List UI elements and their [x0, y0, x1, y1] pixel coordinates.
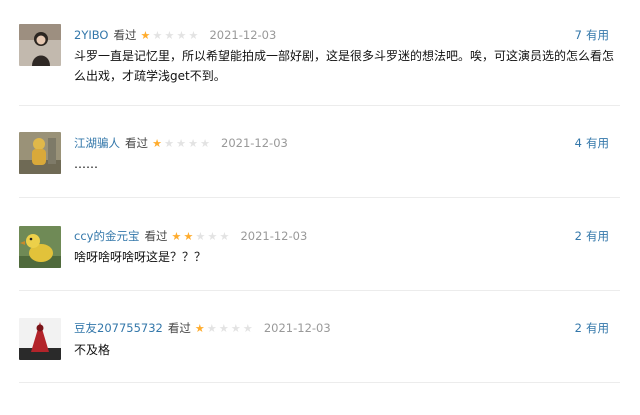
username-link[interactable]: ccy的金元宝 — [74, 228, 139, 244]
star-empty-icon: ★ — [242, 321, 253, 335]
rating-stars: ★ ★ ★ ★ ★ — [170, 231, 230, 242]
star-filled-icon: ★ — [152, 136, 162, 150]
vote-count: 2 — [574, 229, 582, 243]
comment-date: 2021-12-03 — [263, 321, 331, 335]
useful-vote-button[interactable]: 7 有用 — [575, 26, 609, 44]
star-empty-icon: ★ — [219, 229, 230, 243]
useful-label: 有用 — [586, 321, 609, 335]
star-filled-icon: ★ — [140, 28, 151, 42]
star-empty-icon: ★ — [230, 321, 241, 335]
comment-date: 2021-12-03 — [240, 229, 308, 243]
star-empty-icon: ★ — [195, 229, 206, 243]
star-filled-icon: ★ — [194, 321, 205, 335]
avatar[interactable] — [19, 409, 61, 415]
divider — [19, 105, 620, 106]
comment-text: 不及格 — [74, 343, 111, 357]
star-empty-icon: ★ — [164, 28, 175, 42]
rating-stars: ★ ★ ★ ★ ★ — [194, 323, 254, 334]
vote-count: 7 — [574, 28, 582, 42]
avatar[interactable] — [19, 24, 61, 66]
username-link[interactable]: 江湖骗人 — [74, 135, 120, 151]
star-empty-icon: ★ — [207, 229, 218, 243]
star-empty-icon: ★ — [176, 136, 186, 150]
comment-header: 江湖骗人 看过 ★ ★ ★ ★ ★ 2021-12-03 — [74, 134, 288, 152]
vote-count: 4 — [574, 136, 582, 150]
star-empty-icon: ★ — [200, 136, 210, 150]
comment-header: 豆友207755732 看过 ★ ★ ★ ★ ★ 2021-12-03 — [74, 319, 331, 337]
star-empty-icon: ★ — [164, 136, 174, 150]
comment-text: 斗罗一直是记忆里，所以希望能拍成一部好剧，这是很多斗罗迷的想法吧。唉，可这演员选… — [74, 49, 615, 83]
red-cloak-icon — [19, 318, 61, 360]
divider — [19, 197, 620, 198]
star-empty-icon: ★ — [152, 28, 163, 42]
comment-text: …… — [74, 157, 98, 171]
comment-date: 2021-12-03 — [221, 136, 288, 150]
star-empty-icon: ★ — [176, 28, 187, 42]
useful-label: 有用 — [586, 28, 609, 42]
rating-stars: ★ ★ ★ ★ ★ — [139, 30, 199, 41]
star-empty-icon: ★ — [188, 28, 199, 42]
avatar[interactable] — [19, 318, 61, 360]
watch-status: 看过 — [125, 136, 148, 150]
star-filled-icon: ★ — [183, 229, 194, 243]
avatar[interactable] — [19, 226, 61, 268]
comment-date: 2021-12-03 — [209, 28, 277, 42]
useful-vote-button[interactable]: 2 有用 — [575, 227, 609, 245]
useful-label: 有用 — [586, 229, 609, 243]
person-portrait-icon — [19, 24, 61, 66]
star-empty-icon: ★ — [218, 321, 229, 335]
comment-header: ccy的金元宝 看过 ★ ★ ★ ★ ★ 2021-12-03 — [74, 227, 307, 245]
useful-label: 有用 — [586, 136, 609, 150]
yellow-duck-icon — [19, 226, 61, 268]
divider — [19, 382, 620, 383]
username-link[interactable]: 2YIBO — [74, 28, 108, 42]
vote-count: 2 — [574, 321, 582, 335]
rating-stars: ★ ★ ★ ★ ★ — [151, 138, 211, 149]
star-empty-icon: ★ — [188, 136, 198, 150]
watch-status: 看过 — [167, 321, 191, 335]
watch-status: 看过 — [144, 229, 168, 243]
comment-text: 啥呀啥呀啥呀这是？？？ — [74, 250, 207, 264]
username-link[interactable]: 豆友207755732 — [74, 320, 163, 336]
yellow-figure-icon — [19, 132, 61, 174]
star-empty-icon: ★ — [206, 321, 217, 335]
useful-vote-button[interactable]: 4 有用 — [575, 134, 609, 152]
comment-header: 2YIBO 看过 ★ ★ ★ ★ ★ 2021-12-03 — [74, 26, 276, 44]
star-filled-icon: ★ — [171, 229, 182, 243]
divider — [19, 290, 620, 291]
watch-status: 看过 — [113, 28, 137, 42]
useful-vote-button[interactable]: 2 有用 — [575, 319, 609, 337]
avatar[interactable] — [19, 132, 61, 174]
